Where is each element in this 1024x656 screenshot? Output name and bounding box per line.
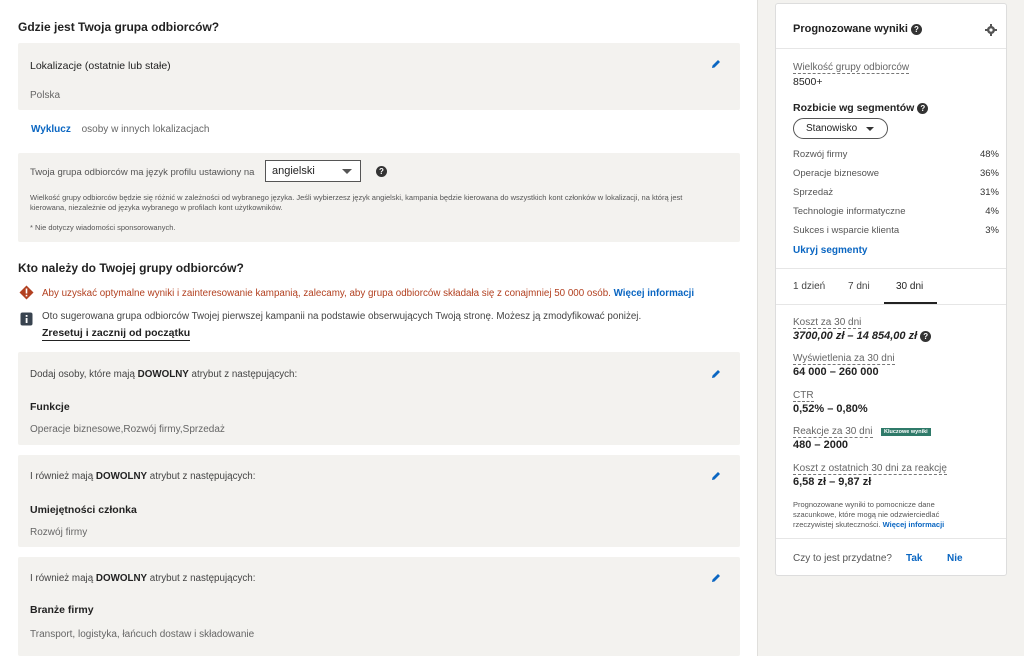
tab-1-day[interactable]: 1 dzień [793, 281, 825, 292]
edit-pencil-icon[interactable] [710, 368, 722, 380]
who-heading: Kto należy do Twojej grupy odbiorców? [18, 261, 244, 275]
feedback-no-button[interactable]: Nie [947, 553, 963, 564]
tab-30-days[interactable]: 30 dni [884, 270, 937, 304]
warning-icon [19, 285, 34, 300]
edit-pencil-icon[interactable] [710, 470, 722, 482]
audience-size-value: 8500+ [793, 76, 823, 88]
group-values: Operacje biznesowe,Rozwój firmy,Sprzedaż [30, 424, 225, 435]
forecast-disclaimer: Prognozowane wyniki to pomocnicze dane s… [793, 500, 945, 529]
metric-label: Reakcje za 30 dni [793, 426, 873, 438]
hide-segments-link[interactable]: Ukryj segmenty [793, 245, 867, 256]
segment-row: Sprzedaż 31% [793, 187, 999, 198]
language-prefix: Twoja grupa odbiorców ma język profilu u… [30, 167, 255, 178]
tab-7-days[interactable]: 7 dni [848, 281, 870, 292]
segment-row: Sukces i wsparcie klienta 3% [793, 225, 999, 236]
edit-pencil-icon[interactable] [710, 572, 722, 584]
language-select[interactable]: angielski [265, 160, 361, 182]
segment-row: Technologie informatyczne 4% [793, 206, 999, 217]
segment-row: Operacje biznesowe 36% [793, 168, 999, 179]
group-values: Rozwój firmy [30, 527, 88, 538]
metric-value: 0,52% – 0,80% [793, 403, 868, 415]
exclude-row: Wyklucz osoby w innych lokalizacjach [31, 124, 209, 135]
help-icon[interactable]: ? [910, 24, 922, 35]
reset-link[interactable]: Zresetuj i zacznij od początku [42, 327, 191, 341]
info-icon [20, 312, 33, 326]
feedback-yes-button[interactable]: Tak [906, 553, 923, 564]
audience-size-label: Wielkość grupy odbiorców [793, 62, 910, 74]
language-box: Twoja grupa odbiorców ma język profilu u… [18, 153, 740, 242]
metric-value: 6,58 zł – 9,87 zł [793, 476, 872, 488]
chevron-down-icon [866, 127, 874, 131]
group-title: Branże firmy [30, 604, 94, 616]
warning-more-link[interactable]: Więcej informacji [614, 288, 695, 299]
segment-select-value: Stanowisko [806, 123, 858, 134]
tab-30-days-label: 30 dni [896, 281, 924, 292]
metric-value: 480 – 2000 [793, 439, 849, 451]
divider [776, 304, 1006, 305]
help-icon[interactable]: ? [917, 103, 929, 114]
audience-form: Gdzie jest Twoja grupa odbiorców? Lokali… [0, 0, 758, 656]
locations-box: Lokalizacje (ostatnie lub stałe) Polska [18, 43, 740, 110]
segment-row: Rozwój firmy 48% [793, 149, 999, 160]
edit-pencil-icon[interactable] [710, 58, 722, 70]
locations-value: Polska [30, 90, 61, 101]
group-title: Umiejętności członka [30, 504, 137, 516]
divider [776, 538, 1006, 539]
group-rule: I również mają DOWOLNY atrybut z następu… [30, 471, 256, 482]
targeting-group-industries: I również mają DOWOLNY atrybut z następu… [18, 557, 740, 656]
help-icon[interactable]: ? [920, 331, 932, 342]
gear-icon[interactable] [985, 24, 997, 36]
forecast-title: Prognozowane wyniki ? [793, 23, 922, 35]
segment-select[interactable]: Stanowisko [793, 118, 888, 139]
metric-value: 3700,00 zł – 14 854,00 zł ? [793, 330, 932, 342]
language-select-value: angielski [272, 165, 315, 177]
metric-label: Wyświetlenia za 30 dni [793, 353, 895, 365]
metric-value: 64 000 – 260 000 [793, 366, 879, 378]
exclude-text: osoby w innych lokalizacjach [81, 124, 210, 135]
language-footnote: * Nie dotyczy wiadomości sponsorowanych. [30, 223, 176, 232]
metric-label: Koszt za 30 dni [793, 317, 862, 329]
targeting-group-functions: Dodaj osoby, które mają DOWOLNY atrybut … [18, 352, 740, 445]
group-title: Funkcje [30, 401, 70, 413]
key-results-badge: Kluczowe wyniki [881, 428, 931, 436]
breakdown-label: Rozbicie wg segmentów ? [793, 102, 929, 114]
feedback-question: Czy to jest przydatne? [793, 553, 892, 564]
metric-label: CTR [793, 390, 814, 402]
help-icon[interactable]: ? [376, 166, 387, 177]
info-text: Oto sugerowana grupa odbiorców Twojej pi… [42, 311, 642, 322]
warning-text: Aby uzyskać optymalne wyniki i zainteres… [42, 288, 611, 299]
divider [776, 268, 1006, 269]
targeting-group-skills: I również mają DOWOLNY atrybut z następu… [18, 455, 740, 547]
group-rule: I również mają DOWOLNY atrybut z następu… [30, 573, 256, 584]
chevron-down-icon [342, 169, 352, 174]
locations-title: Lokalizacje (ostatnie lub stałe) [30, 60, 171, 72]
location-heading: Gdzie jest Twoja grupa odbiorców? [18, 20, 220, 34]
group-rule: Dodaj osoby, które mają DOWOLNY atrybut … [30, 369, 298, 380]
warning-row: Aby uzyskać optymalne wyniki i zainteres… [42, 288, 694, 299]
metric-label: Koszt z ostatnich 30 dni za reakcję [793, 463, 947, 475]
group-values: Transport, logistyka, łańcuch dostaw i s… [30, 629, 255, 640]
language-note: Wielkość grupy odbiorców będzie się różn… [30, 193, 683, 212]
forecast-panel: Prognozowane wyniki ? Wielkość grupy odb… [775, 3, 1007, 576]
disclaimer-more-link[interactable]: Więcej informacji [883, 520, 945, 529]
divider [776, 48, 1006, 49]
exclude-link[interactable]: Wyklucz [31, 124, 71, 135]
